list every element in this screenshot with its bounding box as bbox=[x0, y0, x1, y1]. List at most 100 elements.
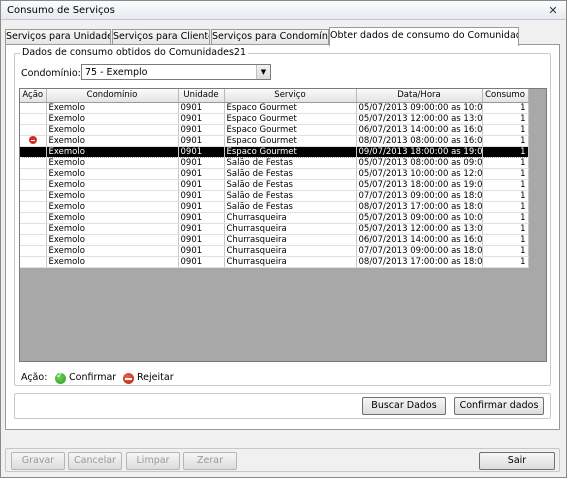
cell-unidade: 0901 bbox=[178, 168, 225, 180]
cell-consumo: 1 bbox=[482, 212, 529, 224]
cell-unidade: 0901 bbox=[178, 256, 225, 268]
cell-datahora: 05/07/2013 12:00:00 as 13:00 bbox=[356, 223, 483, 235]
cell-acao[interactable] bbox=[20, 190, 47, 202]
tab-strip: Serviços para Unidades Serviços para Cli… bbox=[1, 27, 567, 46]
col-unidade[interactable]: Unidade bbox=[178, 89, 225, 103]
main-window: Consumo de Serviços ✕ Serviços para Unid… bbox=[0, 0, 567, 478]
cell-servico: Espaco Gourmet bbox=[224, 113, 357, 125]
exit-button[interactable]: Sair bbox=[479, 452, 555, 470]
col-servico[interactable]: Serviço bbox=[224, 89, 357, 103]
cancel-button[interactable]: Cancelar bbox=[68, 452, 122, 470]
table-row[interactable]: Exemolo 0901 Espaco Gourmet 05/07/2013 12:0… bbox=[20, 113, 529, 125]
cell-consumo: 1 bbox=[482, 135, 529, 147]
cell-acao[interactable] bbox=[20, 135, 47, 147]
cell-datahora: 05/07/2013 08:00:00 as 09:00 bbox=[356, 157, 483, 169]
cell-unidade: 0901 bbox=[178, 223, 225, 235]
cell-consumo: 1 bbox=[482, 201, 529, 213]
cell-consumo: 1 bbox=[482, 245, 529, 257]
tab-obter-dados[interactable]: Obter dados de consumo do Comunidades21 bbox=[329, 27, 519, 46]
table-row[interactable]: Exemolo 0901 Churrasqueira 05/07/2013 09:00… bbox=[20, 212, 529, 224]
cell-acao[interactable] bbox=[20, 113, 47, 125]
cell-consumo: 1 bbox=[482, 179, 529, 191]
tab-servicos-clientes[interactable]: Serviços para Clientes bbox=[112, 29, 210, 45]
reject-icon bbox=[123, 373, 134, 384]
reset-button[interactable]: Zerar bbox=[183, 452, 237, 470]
action-frame: Buscar Dados Confirmar dados bbox=[14, 393, 551, 419]
cell-datahora: 08/07/2013 17:00:00 as 18:00 bbox=[356, 256, 483, 268]
table-row[interactable]: Exemolo 0901 Churrasqueira 05/07/2013 12:00… bbox=[20, 223, 529, 235]
cell-consumo: 1 bbox=[482, 190, 529, 202]
table-row[interactable]: Exemolo 0901 Espaco Gourmet 09/07/2013 18:0… bbox=[20, 146, 529, 158]
chevron-down-icon[interactable]: ▼ bbox=[256, 65, 270, 79]
cell-acao[interactable] bbox=[20, 124, 47, 136]
table-row[interactable]: Exemolo 0901 Espaco Gourmet 05/07/2013 09:0… bbox=[20, 102, 529, 114]
cell-datahora: 05/07/2013 18:00:00 as 19:00 bbox=[356, 179, 483, 191]
cell-unidade: 0901 bbox=[178, 234, 225, 246]
table-row[interactable]: Exemolo 0901 Salão de Festas 05/07/2013 08:… bbox=[20, 157, 529, 169]
table-row[interactable]: Exemolo 0901 Churrasqueira 08/07/2013 17:00… bbox=[20, 256, 529, 268]
col-acao[interactable]: Ação bbox=[20, 89, 47, 103]
cell-servico: Salão de Festas bbox=[224, 157, 357, 169]
cell-condominio: Exemolo bbox=[46, 168, 179, 180]
cell-unidade: 0901 bbox=[178, 212, 225, 224]
cell-consumo: 1 bbox=[482, 124, 529, 136]
table-row[interactable]: Exemolo 0901 Espaco Gourmet 06/07/2013 14:0… bbox=[20, 124, 529, 136]
cell-acao[interactable] bbox=[20, 223, 47, 235]
cell-consumo: 1 bbox=[482, 256, 529, 268]
col-consumo[interactable]: Consumo bbox=[482, 89, 529, 103]
cell-acao[interactable] bbox=[20, 146, 47, 158]
close-icon[interactable]: ✕ bbox=[546, 4, 560, 17]
cell-condominio: Exemolo bbox=[46, 157, 179, 169]
cell-consumo: 1 bbox=[482, 102, 529, 114]
window-title: Consumo de Serviços bbox=[7, 5, 115, 16]
cell-condominio: Exemolo bbox=[46, 124, 179, 136]
cell-acao[interactable] bbox=[20, 102, 47, 114]
table-row[interactable]: Exemolo 0901 Salão de Festas 05/07/2013 18:… bbox=[20, 179, 529, 191]
col-condominio[interactable]: Condomínio bbox=[46, 89, 179, 103]
confirm-data-button[interactable]: Confirmar dados bbox=[454, 397, 544, 415]
cell-acao[interactable] bbox=[20, 201, 47, 213]
table-row[interactable]: Exemolo 0901 Espaco Gourmet 08/07/2013 08:0… bbox=[20, 135, 529, 147]
cell-datahora: 05/07/2013 12:00:00 as 13:00 bbox=[356, 113, 483, 125]
cell-servico: Espaco Gourmet bbox=[224, 102, 357, 114]
cell-acao[interactable] bbox=[20, 212, 47, 224]
cell-acao[interactable] bbox=[20, 157, 47, 169]
cell-unidade: 0901 bbox=[178, 113, 225, 125]
cell-consumo: 1 bbox=[482, 146, 529, 158]
tab-servicos-condominios[interactable]: Serviços para Condomínios bbox=[211, 29, 329, 45]
cell-acao[interactable] bbox=[20, 168, 47, 180]
clear-button[interactable]: Limpar bbox=[126, 452, 180, 470]
cell-servico: Churrasqueira bbox=[224, 223, 357, 235]
reject-icon bbox=[28, 136, 37, 144]
condominio-select[interactable]: 75 - Exemplo ▼ bbox=[81, 64, 271, 80]
cell-datahora: 05/07/2013 09:00:00 as 10:00 bbox=[356, 102, 483, 114]
table-row[interactable]: Exemolo 0901 Salão de Festas 08/07/2013 17:… bbox=[20, 201, 529, 213]
save-button[interactable]: Gravar bbox=[11, 452, 65, 470]
table-row[interactable]: Exemolo 0901 Salão de Festas 07/07/2013 09:… bbox=[20, 190, 529, 202]
cell-servico: Churrasqueira bbox=[224, 212, 357, 224]
table-header: Ação Condomínio Unidade Serviço Data/Hor… bbox=[20, 89, 529, 103]
col-datahora[interactable]: Data/Hora bbox=[356, 89, 483, 103]
cell-acao[interactable] bbox=[20, 256, 47, 268]
cell-consumo: 1 bbox=[482, 113, 529, 125]
table-row[interactable]: Exemolo 0901 Salão de Festas 05/07/2013 10:… bbox=[20, 168, 529, 180]
table-row[interactable]: Exemolo 0901 Churrasqueira 07/07/2013 09:00… bbox=[20, 245, 529, 257]
cell-acao[interactable] bbox=[20, 234, 47, 246]
cell-servico: Espaco Gourmet bbox=[224, 146, 357, 158]
cell-unidade: 0901 bbox=[178, 179, 225, 191]
cell-acao[interactable] bbox=[20, 245, 47, 257]
cell-unidade: 0901 bbox=[178, 124, 225, 136]
cell-acao[interactable] bbox=[20, 179, 47, 191]
consumption-grid[interactable]: Ação Condomínio Unidade Serviço Data/Hor… bbox=[19, 88, 547, 362]
cell-consumo: 1 bbox=[482, 168, 529, 180]
tab-servicos-unidades[interactable]: Serviços para Unidades bbox=[5, 29, 111, 45]
cell-datahora: 05/07/2013 10:00:00 as 12:00 bbox=[356, 168, 483, 180]
cell-condominio: Exemolo bbox=[46, 113, 179, 125]
legend-label: Ação: bbox=[21, 372, 48, 383]
fetch-data-button[interactable]: Buscar Dados bbox=[362, 397, 446, 415]
legend-reject: Rejeitar bbox=[137, 372, 174, 383]
cell-datahora: 07/07/2013 09:00:00 as 18:00 bbox=[356, 245, 483, 257]
cell-datahora: 05/07/2013 09:00:00 as 10:00 bbox=[356, 212, 483, 224]
cell-unidade: 0901 bbox=[178, 190, 225, 202]
table-row[interactable]: Exemolo 0901 Churrasqueira 06/07/2013 14:00… bbox=[20, 234, 529, 246]
